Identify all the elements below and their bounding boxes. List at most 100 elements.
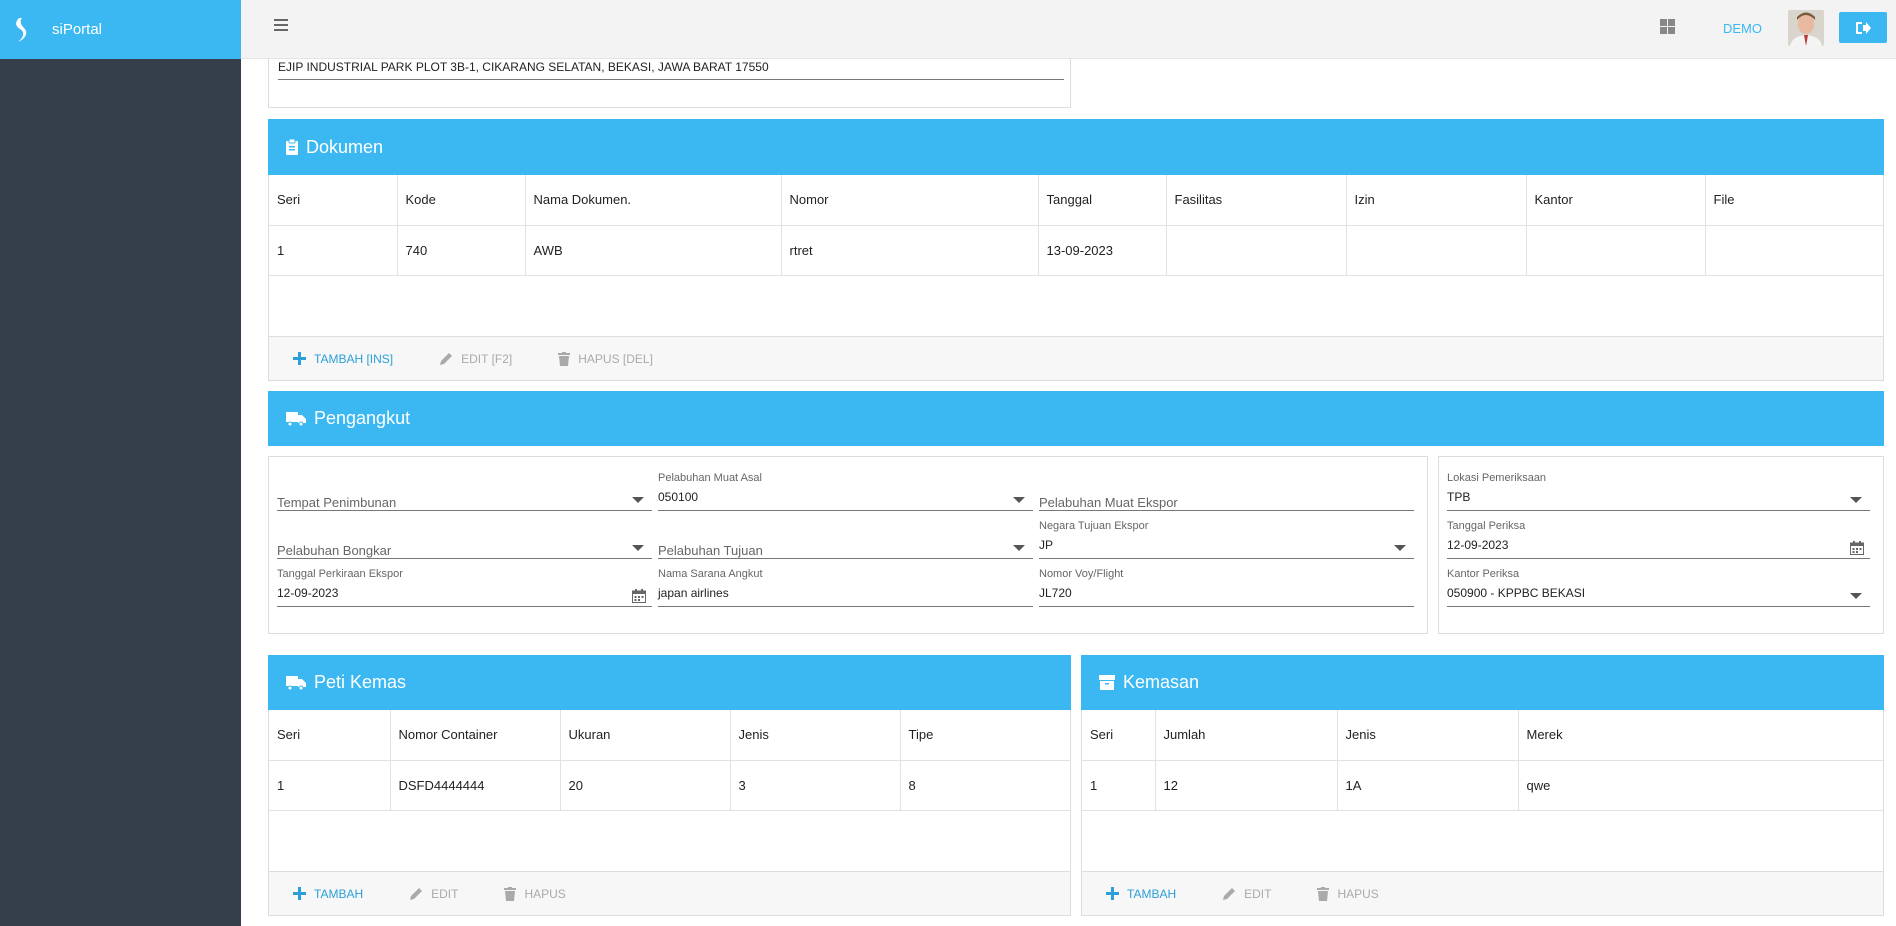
kemasan-header: Kemasan	[1081, 655, 1884, 710]
field-value: japan airlines	[658, 586, 729, 600]
pengangkut-title: Pengangkut	[314, 408, 411, 428]
chevron-down-icon	[1013, 545, 1025, 551]
table-cell	[1526, 225, 1706, 276]
field-placeholder: Pelabuhan Tujuan	[658, 543, 763, 558]
table-cell: rtret	[781, 225, 1039, 276]
column-header[interactable]: Fasilitas	[1166, 175, 1347, 226]
address-field[interactable]: EJIP INDUSTRIAL PARK PLOT 3B-1, CIKARANG…	[278, 60, 1064, 80]
field-label: Pelabuhan Muat Asal	[658, 472, 762, 484]
logout-button[interactable]	[1839, 12, 1887, 43]
dokumen-title: Dokumen	[306, 136, 384, 157]
table-cell	[1705, 225, 1883, 276]
button-label: TAMBAH	[1127, 886, 1177, 901]
delete-dokumen-button[interactable]: HAPUS [DEL]	[558, 351, 653, 366]
peti-kemas-toolbar: TAMBAH EDIT HAPUS	[268, 871, 1071, 916]
table-cell: 12	[1155, 760, 1338, 811]
column-header[interactable]: Seri	[269, 175, 398, 226]
table-cell: 1A	[1337, 760, 1519, 811]
button-label: HAPUS	[524, 886, 566, 901]
field-placeholder: Pelabuhan Muat Ekspor	[1039, 495, 1178, 510]
table-cell: 13-09-2023	[1038, 225, 1167, 276]
chevron-down-icon	[632, 545, 644, 551]
siportal-logo-icon	[16, 17, 27, 42]
address-card: EJIP INDUSTRIAL PARK PLOT 3B-1, CIKARANG…	[268, 59, 1071, 108]
kemasan-toolbar: TAMBAH EDIT HAPUS	[1081, 871, 1884, 916]
edit-peti-kemas-button[interactable]: EDIT	[409, 887, 458, 901]
clipboard-icon	[286, 139, 298, 155]
edit-kemasan-button[interactable]: EDIT	[1222, 887, 1271, 901]
table-cell: 740	[397, 225, 526, 276]
column-header[interactable]: Kantor	[1526, 175, 1706, 226]
field-placeholder: Tempat Penimbunan	[277, 495, 397, 510]
menu-toggle-icon[interactable]	[274, 19, 288, 33]
table-row[interactable]: 1 12 1A qwe	[1082, 760, 1883, 811]
column-header[interactable]: Tipe	[900, 710, 1070, 761]
table-header-row: Seri Kode Nama Dokumen. Nomor Tanggal Fa…	[269, 175, 1883, 226]
add-peti-kemas-button[interactable]: TAMBAH	[293, 887, 363, 901]
column-header[interactable]: Jenis	[1337, 710, 1519, 761]
pencil-icon	[1222, 887, 1236, 901]
peti-kemas-table: Seri Nomor Container Ukuran Jenis Tipe 1…	[268, 710, 1071, 871]
table-cell: 1	[1082, 760, 1156, 811]
column-header[interactable]: Kode	[397, 175, 526, 226]
field-label: Lokasi Pemeriksaan	[1447, 472, 1547, 484]
dokumen-toolbar: TAMBAH [INS] EDIT [F2] HAPUS [DEL]	[268, 336, 1884, 381]
field-label: Negara Tujuan Ekspor	[1039, 520, 1149, 532]
pencil-icon	[409, 887, 423, 901]
column-header[interactable]: Seri	[269, 710, 391, 761]
app-name: siPortal	[52, 21, 103, 38]
column-header[interactable]: Tanggal	[1038, 175, 1167, 226]
apps-grid-icon[interactable]	[1660, 19, 1675, 34]
column-header[interactable]: Izin	[1346, 175, 1527, 226]
sidebar	[0, 0, 241, 926]
calendar-icon[interactable]	[632, 589, 646, 606]
column-header[interactable]: Jenis	[730, 710, 901, 761]
topbar: DEMO	[241, 0, 1896, 59]
add-kemasan-button[interactable]: TAMBAH	[1106, 887, 1176, 901]
avatar[interactable]	[1788, 10, 1824, 46]
column-header[interactable]: Nomor	[781, 175, 1039, 226]
button-label: TAMBAH [INS]	[314, 351, 394, 366]
calendar-icon[interactable]	[1850, 541, 1864, 558]
table-cell: 8	[900, 760, 1070, 811]
table-cell: qwe	[1518, 760, 1883, 811]
field-label: Nama Sarana Angkut	[658, 568, 763, 580]
chevron-down-icon	[1850, 593, 1862, 599]
table-cell	[1346, 225, 1527, 276]
plus-icon	[293, 887, 306, 900]
delete-peti-kemas-button[interactable]: HAPUS	[504, 886, 566, 901]
package-icon	[1099, 675, 1115, 690]
pemeriksaan-form: Lokasi Pemeriksaan TPB Tanggal Periksa 12-…	[1438, 456, 1884, 634]
delete-kemasan-button[interactable]: HAPUS	[1317, 886, 1379, 901]
column-header[interactable]: Jumlah	[1155, 710, 1338, 761]
brand[interactable]: siPortal	[0, 0, 241, 59]
add-dokumen-button[interactable]: TAMBAH [INS]	[293, 352, 393, 366]
column-header[interactable]: Seri	[1082, 710, 1156, 761]
field-value: 12-09-2023	[277, 586, 339, 600]
table-cell: AWB	[525, 225, 782, 276]
kemasan-title: Kemasan	[1123, 672, 1200, 692]
column-header[interactable]: Nomor Container	[390, 710, 561, 761]
chevron-down-icon	[632, 497, 644, 503]
edit-dokumen-button[interactable]: EDIT [F2]	[439, 352, 512, 366]
column-header[interactable]: Ukuran	[560, 710, 731, 761]
chevron-down-icon	[1394, 545, 1406, 551]
table-cell: DSFD4444444	[390, 760, 561, 811]
table-cell: 3	[730, 760, 901, 811]
field-value: 12-09-2023	[1447, 538, 1509, 552]
field-value: 050900 - KPPBC BEKASI	[1447, 586, 1586, 600]
column-header[interactable]: File	[1705, 175, 1883, 226]
kemasan-table: Seri Jumlah Jenis Merek 1 12 1A qwe	[1081, 710, 1884, 871]
dokumen-header: Dokumen	[268, 119, 1884, 175]
user-name[interactable]: DEMO	[1723, 21, 1762, 36]
column-header[interactable]: Merek	[1518, 710, 1883, 761]
column-header[interactable]: Nama Dokumen.	[525, 175, 782, 226]
field-value: JL720	[1039, 586, 1072, 600]
pencil-icon	[439, 352, 453, 366]
table-row[interactable]: 1 DSFD4444444 20 3 8	[269, 760, 1070, 811]
table-row[interactable]: 1 740 AWB rtret 13-09-2023	[269, 225, 1883, 276]
trash-icon	[558, 351, 571, 366]
field-label: Tanggal Perkiraan Ekspor	[277, 568, 403, 580]
pengangkut-form: Tempat Penimbunan Pelabuhan Muat Asal 050…	[268, 456, 1428, 634]
pengangkut-header: Pengangkut	[268, 391, 1884, 446]
